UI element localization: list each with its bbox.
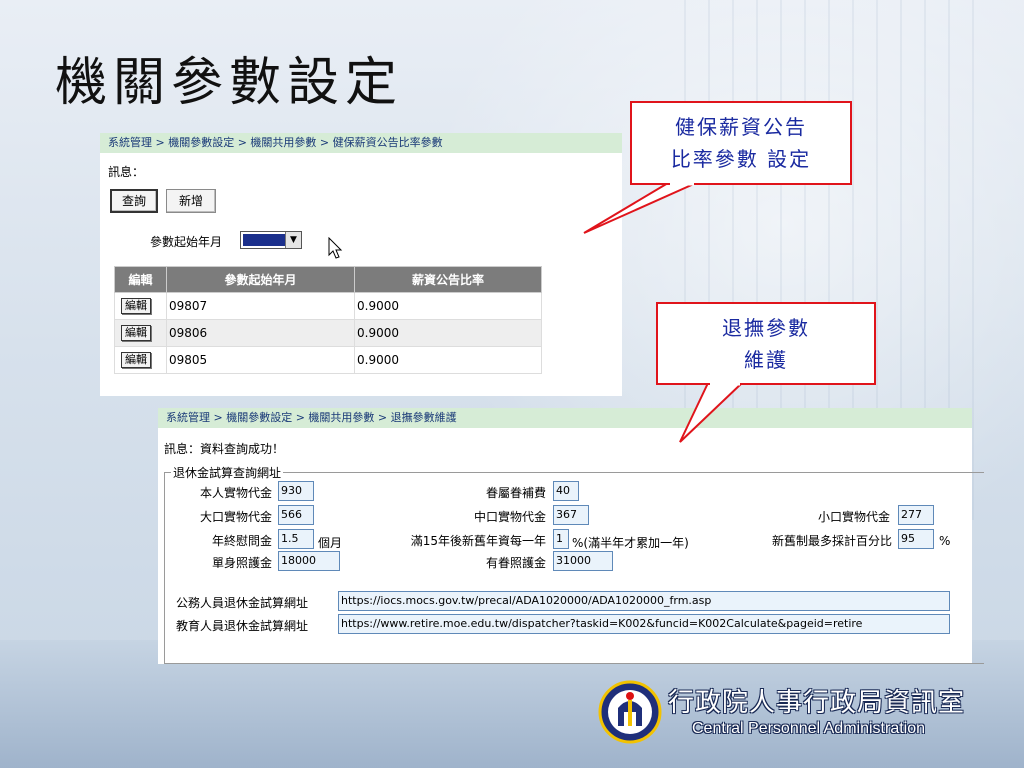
dependent-allowance-label: 眷屬眷補費 [485,486,546,500]
edit-button[interactable]: 編輯 [121,298,151,314]
start-month-select[interactable]: ▼ [240,231,302,249]
after15-input[interactable]: 1 [553,529,569,549]
callout-line: 健保薪資公告 [675,115,807,139]
breadcrumb: 系統管理 > 機關參數設定 > 機關共用參數 > 健保薪資公告比率參數 [100,133,622,153]
single-care-input[interactable]: 18000 [278,551,340,571]
ratio-cell: 0.9000 [354,319,542,347]
logo-english-name: Central Personnel Administration [692,720,926,737]
callout-line: 維護 [744,348,788,372]
health-ratio-callout: 健保薪資公告 比率參數 設定 [630,101,852,185]
emblem-icon [598,680,662,744]
edu-url-input[interactable]: https://www.retire.moe.edu.tw/dispatcher… [338,614,950,634]
edit-button[interactable]: 編輯 [121,352,151,368]
edu-url-label: 教育人員退休金試算網址 [176,619,309,633]
start-month-label: 參數起始年月 [150,235,223,249]
self-meal-label: 本人實物代金 [199,486,272,500]
fieldset-legend: 退休金試算查詢網址 [173,466,282,480]
query-button[interactable]: 查詢 [110,189,158,213]
mid-meal-label: 中口實物代金 [473,510,546,524]
column-header-ratio: 薪資公告比率 [354,266,542,293]
breadcrumb: 系統管理 > 機關參數設定 > 機關共用參數 > 退撫參數維護 [158,408,972,428]
health-ratio-panel: 系統管理 > 機關參數設定 > 機關共用參數 > 健保薪資公告比率參數 訊息： … [100,133,622,396]
civil-url-label: 公務人員退休金試算網址 [176,596,309,610]
year-end-unit: 個月 [318,536,343,550]
year-end-input[interactable]: 1.5 [278,529,314,549]
table-row: 編輯 09806 0.9000 [114,319,542,347]
start-month-selected-value [243,234,285,246]
ratio-cell: 0.9000 [354,292,542,320]
small-meal-label: 小口實物代金 [817,510,890,524]
callout-line: 退撫參數 [722,316,810,340]
column-header-start-month: 參數起始年月 [166,266,355,293]
after15-label: 滿15年後新舊年資每一年 [410,534,546,548]
ratio-cell: 0.9000 [354,346,542,374]
retirement-callout: 退撫參數 維護 [656,302,876,385]
column-header-edit: 編輯 [114,266,167,293]
edit-button[interactable]: 編輯 [121,325,151,341]
year-end-label: 年終慰問金 [211,534,272,548]
mid-meal-input[interactable]: 367 [553,505,589,525]
self-meal-input[interactable]: 930 [278,481,314,501]
max-percentage-unit: % [939,534,951,548]
add-button[interactable]: 新增 [166,189,216,213]
civil-url-input[interactable]: https://iocs.mocs.gov.tw/precal/ADA10200… [338,591,950,611]
chevron-down-icon[interactable]: ▼ [285,232,301,248]
large-meal-label: 大口實物代金 [199,510,272,524]
message-label: 訊息： [108,165,145,179]
large-meal-input[interactable]: 566 [278,505,314,525]
retirement-panel: 系統管理 > 機關參數設定 > 機關共用參數 > 退撫參數維護 訊息：資料查詢成… [158,408,984,664]
dependent-care-input[interactable]: 31000 [553,551,613,571]
table-row: 編輯 09805 0.9000 [114,346,542,374]
start-month-cell: 09807 [166,292,355,320]
small-meal-input[interactable]: 277 [898,505,934,525]
dependent-allowance-input[interactable]: 40 [553,481,579,501]
max-percentage-label: 新舊制最多採計百分比 [771,534,892,548]
dependent-care-label: 有眷照護金 [485,556,546,570]
ratio-table: 編輯 參數起始年月 薪資公告比率 編輯 09807 0.9000 編輯 0980… [114,266,542,374]
mouse-pointer-icon [328,237,343,259]
after15-unit: %(滿半年才累加一年) [572,536,689,550]
max-percentage-input[interactable]: 95 [898,529,934,549]
logo-chinese-name: 行政院人事行政局資訊室 [668,688,966,718]
start-month-cell: 09805 [166,346,355,374]
callout-line: 比率參數 設定 [670,147,812,171]
table-row: 編輯 09807 0.9000 [114,292,542,320]
status-message: 訊息：資料查詢成功！ [164,442,285,456]
single-care-label: 單身照護金 [211,556,272,570]
start-month-cell: 09806 [166,319,355,347]
slide-title: 機關參數設定 [55,53,404,113]
